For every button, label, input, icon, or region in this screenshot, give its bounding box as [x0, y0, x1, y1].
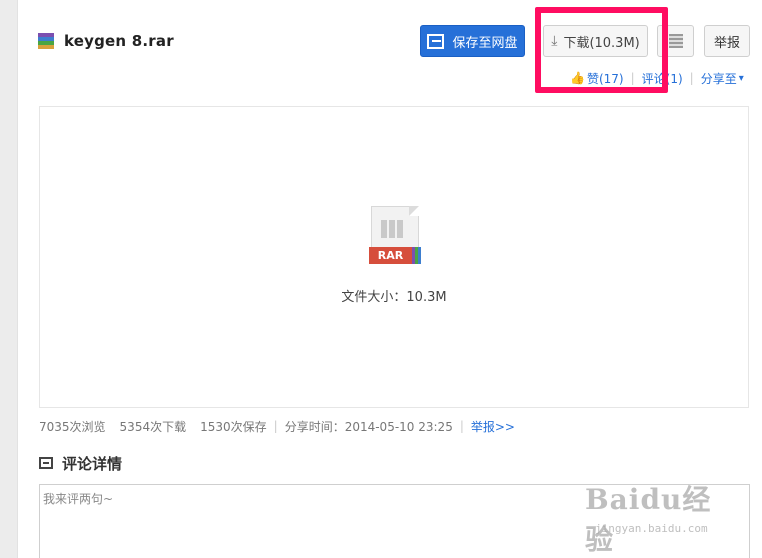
divider: | [630, 71, 635, 85]
download-button-label: 下载(10.3M) [563, 35, 640, 51]
divider: | [689, 71, 694, 85]
baidu-jingyan-watermark: Baidu经验 jingyan.baidu.com [585, 478, 735, 556]
chevron-down-icon: ▾ [738, 72, 744, 84]
file-type-label: RAR [369, 247, 412, 264]
share-time: 分享时间：2014-05-10 23:25 [284, 419, 453, 434]
qr-code-button[interactable] [657, 25, 694, 57]
save-button-label: 保存至网盘 [452, 35, 518, 51]
save-icon [427, 33, 445, 49]
qr-code-icon [668, 34, 683, 48]
save-to-netdisk-button[interactable]: 保存至网盘 [420, 25, 525, 57]
watermark-url: jingyan.baidu.com [595, 522, 708, 535]
download-button[interactable]: ⤓ 下载(10.3M) [543, 25, 648, 57]
file-actions: 👍 赞(17) | 评论(1) | 分享至 ▾ [570, 69, 744, 87]
report-link[interactable]: 举报>> [471, 418, 515, 435]
comment-icon [39, 457, 53, 469]
file-stats: 7035次浏览 5354次下载 1530次保存 | 分享时间：2014-05-1… [39, 418, 515, 434]
comment-heading-text: 评论详情 [62, 454, 123, 473]
divider: | [459, 419, 464, 433]
download-icon: ⤓ [551, 33, 558, 49]
file-title: keygen 8.rar [64, 32, 174, 50]
report-button-label: 举报 [713, 35, 740, 51]
file-size-text: 文件大小：10.3M [341, 290, 447, 305]
comment-section-heading: 评论详情 [39, 453, 122, 473]
file-header: keygen 8.rar [38, 28, 174, 54]
like-link[interactable]: 赞(17) [587, 70, 624, 87]
share-link[interactable]: 分享至 [701, 70, 737, 87]
thumbs-up-icon: 👍 [570, 71, 585, 85]
view-count: 7035次浏览 [39, 419, 106, 434]
save-count: 1530次保存 [200, 419, 267, 434]
rar-file-icon [38, 33, 54, 49]
watermark-brand: Baidu经验 [585, 483, 712, 556]
download-count: 5354次下载 [119, 419, 187, 434]
file-preview-panel: RAR 文件大小：10.3M [39, 106, 749, 408]
divider: | [273, 419, 278, 433]
rar-file-large-icon: RAR [369, 206, 421, 266]
report-button[interactable]: 举报 [704, 25, 750, 57]
left-edge-strip [0, 0, 18, 558]
comment-link[interactable]: 评论(1) [642, 70, 683, 87]
